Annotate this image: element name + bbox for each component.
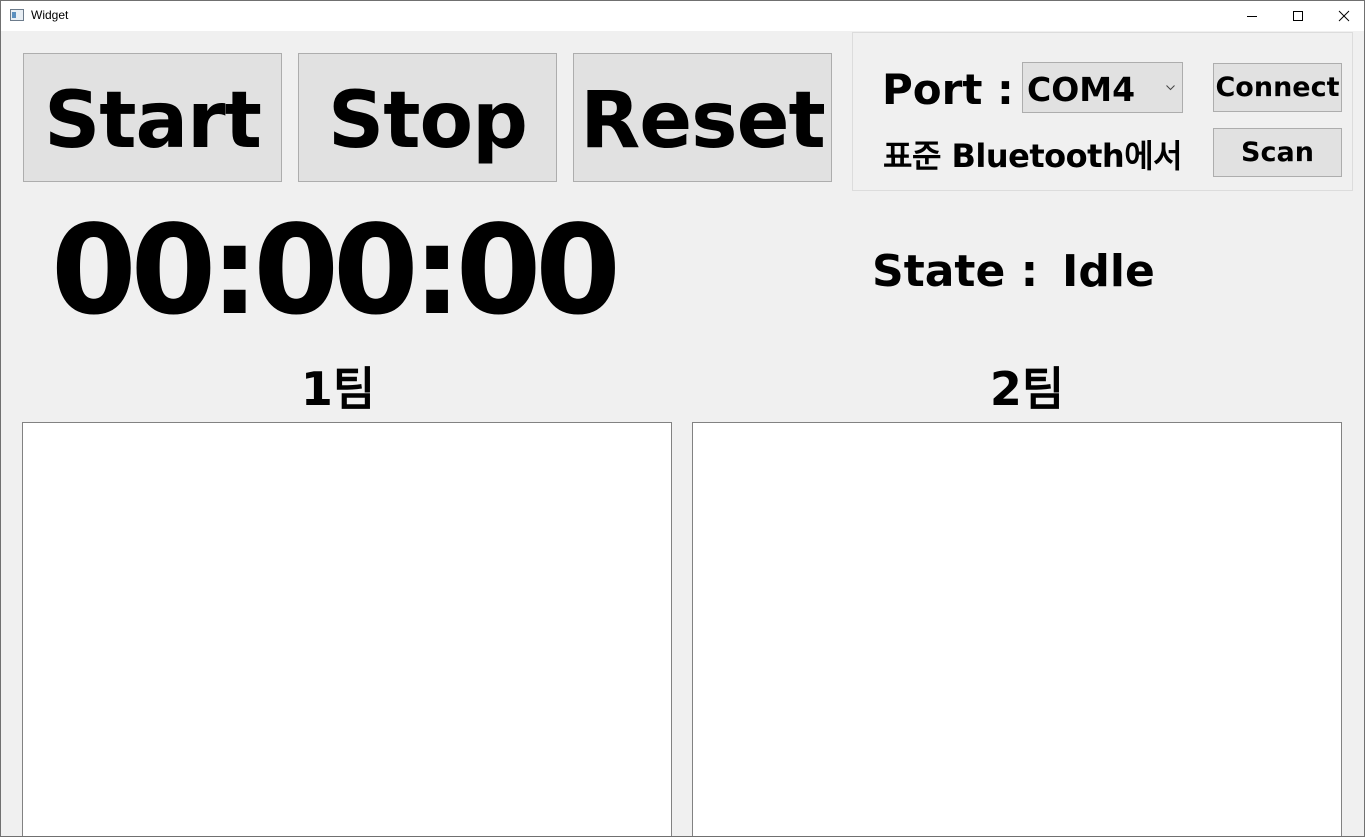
title-bar[interactable]: Widget <box>1 1 1364 31</box>
close-icon <box>1338 10 1350 22</box>
scan-button[interactable]: Scan <box>1213 128 1342 177</box>
timer-display: 00:00:00 <box>51 200 621 343</box>
port-select-value: COM4 <box>1027 70 1136 109</box>
team1-title: 1팀 <box>300 362 376 416</box>
window-title: Widget <box>31 8 69 22</box>
chevron-down-icon <box>1166 85 1175 91</box>
port-select[interactable]: COM4 <box>1022 62 1183 113</box>
connect-button[interactable]: Connect <box>1213 63 1342 112</box>
minimize-icon <box>1247 16 1257 17</box>
app-window-icon <box>10 9 24 21</box>
team2-title: 2팀 <box>989 362 1065 416</box>
team1-list[interactable] <box>22 422 672 836</box>
maximize-icon <box>1293 11 1303 21</box>
state-value: Idle <box>1062 246 1155 297</box>
close-button[interactable] <box>1321 1 1364 31</box>
minimize-button[interactable] <box>1229 1 1275 31</box>
stop-button[interactable]: Stop <box>298 53 557 182</box>
port-label: Port : <box>882 65 1014 114</box>
maximize-button[interactable] <box>1275 1 1321 31</box>
reset-button[interactable]: Reset <box>573 53 832 182</box>
state-label: State : <box>872 246 1039 297</box>
main-window: Widget Start Stop Reset Port : COM4 Conn… <box>0 0 1365 837</box>
start-button[interactable]: Start <box>23 53 282 182</box>
device-description-label: 표준 Bluetooth에서 <box>883 137 1183 175</box>
team2-list[interactable] <box>692 422 1342 836</box>
